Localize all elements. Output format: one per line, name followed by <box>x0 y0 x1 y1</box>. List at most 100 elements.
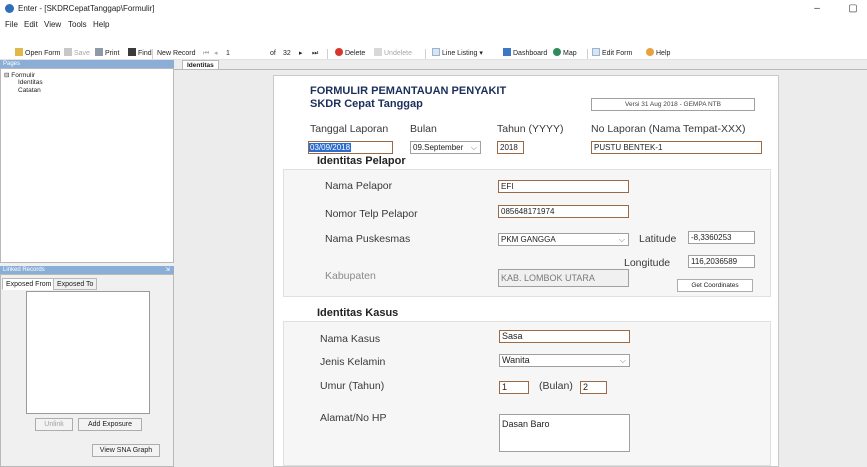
latitude-field[interactable]: -8,3360253 <box>688 231 755 244</box>
find-label: Find <box>138 50 152 57</box>
dashboard-label: Dashboard <box>513 50 548 57</box>
save-button[interactable]: Save <box>64 48 90 60</box>
edit-form-label: Edit Form <box>602 50 633 57</box>
toolbar: Open Form Save Print Find New Record ⏮ ◂… <box>0 32 867 60</box>
pin-icon[interactable]: ⇲ <box>165 266 170 274</box>
toolbar-separator <box>425 49 426 59</box>
next-record-button[interactable]: ▸ <box>299 48 303 60</box>
menu-help[interactable]: Help <box>93 20 109 29</box>
print-icon <box>95 48 103 56</box>
tree-item-identitas[interactable]: Identitas <box>18 79 43 86</box>
unlink-button[interactable]: Unlink <box>35 418 73 431</box>
chevron-down-icon[interactable]: ⌵ <box>620 355 626 366</box>
open-form-label: Open Form <box>25 50 61 57</box>
app-icon <box>5 4 14 13</box>
dashboard-icon <box>503 48 511 56</box>
edit-form-button[interactable]: Edit Form <box>592 48 632 60</box>
line-listing-button[interactable]: Line Listing ▾ <box>432 48 483 60</box>
new-record-button[interactable]: New Record <box>157 48 196 60</box>
menu-tools[interactable]: Tools <box>68 20 87 29</box>
first-record-button[interactable]: ⏮ <box>203 48 209 60</box>
menu-file[interactable]: File <box>5 20 18 29</box>
puskesmas-label: Nama Puskesmas <box>325 233 411 245</box>
edit-form-icon <box>592 48 600 56</box>
delete-label: Delete <box>345 50 366 57</box>
save-label: Save <box>74 50 90 57</box>
umur-tahun-field[interactable]: 1 <box>499 381 529 394</box>
find-button[interactable]: Find <box>128 48 152 60</box>
alamat-field[interactable]: Dasan Baro <box>499 414 630 452</box>
tanggal-field[interactable]: 03/09/2018 <box>308 141 393 154</box>
minimize-button[interactable]: – <box>806 1 828 17</box>
tanggal-value: 03/09/2018 <box>309 143 352 152</box>
tree-item-catatan[interactable]: Catatan <box>18 87 41 94</box>
open-folder-icon <box>15 48 23 56</box>
menu-edit[interactable]: Edit <box>24 20 38 29</box>
get-coordinates-button[interactable]: Get Coordinates <box>677 279 753 292</box>
undelete-button[interactable]: Undelete <box>374 48 412 60</box>
version-box: Versi 31 Aug 2018 - GEMPA NTB <box>591 98 755 111</box>
menu-view[interactable]: View <box>44 20 61 29</box>
delete-button[interactable]: Delete <box>335 48 365 60</box>
chevron-down-icon[interactable]: ⌵ <box>619 234 625 245</box>
jenis-kelamin-select[interactable]: Wanita ⌵ <box>499 354 630 367</box>
jenis-kelamin-value: Wanita <box>502 355 530 365</box>
restore-button[interactable]: ▢ <box>842 1 864 17</box>
nama-kasus-field[interactable]: Sasa <box>499 330 630 343</box>
record-number[interactable]: 1 <box>226 48 230 60</box>
umur-bulan-field[interactable]: 2 <box>580 381 607 394</box>
kabupaten-field: KAB. LOMBOK UTARA <box>498 269 629 287</box>
line-listing-label: Line Listing <box>442 50 478 57</box>
tahun-field[interactable]: 2018 <box>497 141 524 154</box>
no-laporan-field[interactable]: PUSTU BENTEK-1 <box>591 141 762 154</box>
latitude-label: Latitude <box>639 233 677 245</box>
dashboard-button[interactable]: Dashboard <box>503 48 547 60</box>
binoculars-icon <box>128 48 136 56</box>
prev-record-button[interactable]: ◂ <box>214 48 218 60</box>
map-label: Map <box>563 50 577 57</box>
puskesmas-value: PKM GANGGA <box>501 235 556 244</box>
tahun-label: Tahun (YYYY) <box>497 123 564 135</box>
open-form-button[interactable]: Open Form <box>15 48 60 60</box>
nama-pelapor-label: Nama Pelapor <box>325 180 393 192</box>
toolbar-separator <box>327 49 328 59</box>
collapse-icon[interactable]: ⊟ <box>4 72 9 79</box>
linked-records-list[interactable] <box>26 291 150 414</box>
window-title: Enter - [SKDRCepatTanggap\Formulir] <box>18 4 155 13</box>
last-record-button[interactable]: ⏭ <box>312 48 318 60</box>
tab-exposed-to[interactable]: Exposed To <box>53 278 98 290</box>
tree-root-formulir[interactable]: ⊟ Formulir <box>4 71 35 79</box>
form-canvas: FORMULIR PEMANTAUAN PENYAKIT SKDR Cepat … <box>273 75 779 467</box>
of-label: of <box>270 50 276 57</box>
add-exposure-button[interactable]: Add Exposure <box>78 418 142 431</box>
bulan-value: 09.September <box>413 143 464 152</box>
telp-label: Nomor Telp Pelapor <box>325 208 418 220</box>
no-laporan-label: No Laporan (Nama Tempat-XXX) <box>591 123 746 135</box>
print-label: Print <box>105 50 120 57</box>
tab-identitas[interactable]: Identitas <box>182 60 219 69</box>
help-button[interactable]: Help <box>646 48 670 60</box>
pages-tree: ⊟ Formulir Identitas Catatan <box>0 68 174 263</box>
chevron-down-icon[interactable]: ⌵ <box>471 142 477 153</box>
linked-records-header: Linked Records ⇲ <box>0 266 174 274</box>
form-title: FORMULIR PEMANTAUAN PENYAKIT <box>310 85 507 97</box>
tab-divider <box>174 69 867 70</box>
print-button[interactable]: Print <box>95 48 119 60</box>
tree-root-label: Formulir <box>11 72 36 79</box>
telp-field[interactable]: 085648171974 <box>498 205 629 218</box>
tab-exposed-from[interactable]: Exposed From <box>2 278 56 290</box>
longitude-field[interactable]: 116,2036589 <box>688 255 755 268</box>
longitude-label: Longitude <box>624 257 671 269</box>
globe-icon <box>553 48 561 56</box>
view-sna-graph-button[interactable]: View SNA Graph <box>92 444 160 457</box>
nama-pelapor-field[interactable]: EFI <box>498 180 629 193</box>
alamat-label: Alamat/No HP <box>320 412 387 424</box>
linked-records-title: Linked Records <box>3 267 45 273</box>
list-icon <box>432 48 440 56</box>
puskesmas-select[interactable]: PKM GANGGA ⌵ <box>498 233 629 246</box>
undelete-label: Undelete <box>384 50 413 57</box>
menu-bar: File Edit View Tools Help <box>0 18 867 32</box>
delete-icon <box>335 48 343 56</box>
bulan-select[interactable]: 09.September ⌵ <box>410 141 481 154</box>
map-button[interactable]: Map <box>553 48 577 60</box>
